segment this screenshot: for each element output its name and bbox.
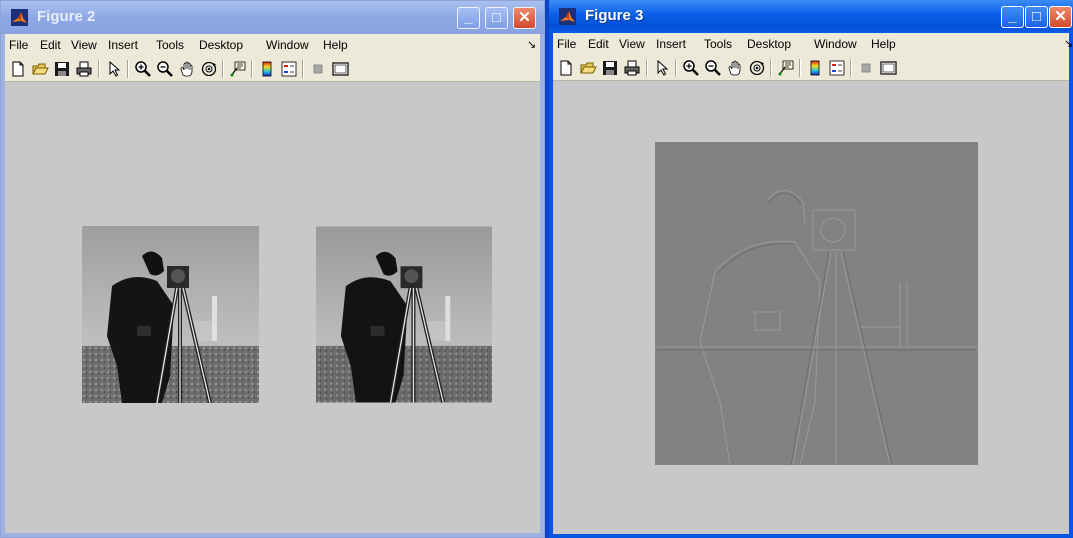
toolbar-separator [127,60,129,78]
figure-3-titlebar[interactable]: Figure 3 _ □ ✕ [549,0,1073,33]
toolbar-separator [302,60,304,78]
menu-bar: File Edit View Insert Tools Desktop Wind… [553,33,1073,55]
open-file-icon[interactable] [579,59,597,77]
figure-3-canvas[interactable] [553,81,1069,534]
menu-insert[interactable]: Insert [108,38,138,52]
menu-dock-arrow-icon[interactable]: ↘ [1064,37,1073,50]
menu-bar: File Edit View Insert Tools Desktop Wind… [5,34,540,56]
new-figure-icon[interactable] [9,60,27,78]
zoom-out-icon[interactable] [156,60,174,78]
menu-help[interactable]: Help [871,37,896,51]
save-icon[interactable] [601,59,619,77]
menu-file[interactable]: File [9,38,28,52]
figure-2-titlebar[interactable]: Figure 2 _ □ ✕ [1,1,544,34]
print-icon[interactable] [623,59,641,77]
window-title: Figure 2 [37,8,96,25]
print-icon[interactable] [75,60,93,78]
colorbar-icon[interactable] [258,60,276,78]
menu-edit[interactable]: Edit [588,37,609,51]
minimize-button[interactable]: _ [1001,6,1024,28]
close-button[interactable]: ✕ [513,7,536,29]
matlab-logo-icon [559,8,576,25]
hide-plot-tools-icon[interactable] [857,59,875,77]
select-arrow-icon[interactable] [653,59,671,77]
new-figure-icon[interactable] [557,59,575,77]
menu-tools[interactable]: Tools [704,37,732,51]
menu-dock-arrow-icon[interactable]: ↘ [527,38,536,51]
cameraman-image-left[interactable] [82,226,259,403]
close-button[interactable]: ✕ [1049,6,1072,28]
menu-window[interactable]: Window [814,37,857,51]
legend-icon[interactable] [828,59,846,77]
pan-hand-icon[interactable] [726,59,744,77]
pan-hand-icon[interactable] [178,60,196,78]
rotate-3d-icon[interactable] [748,59,766,77]
open-file-icon[interactable] [31,60,49,78]
menu-help[interactable]: Help [323,38,348,52]
window-title: Figure 3 [585,7,644,24]
toolbar-separator [98,60,100,78]
colorbar-icon[interactable] [806,59,824,77]
figure-toolbar [553,55,1069,81]
minimize-button[interactable]: _ [457,7,480,29]
toolbar-separator [251,60,253,78]
toolbar-separator [850,59,852,77]
menu-edit[interactable]: Edit [40,38,61,52]
maximize-button[interactable]: □ [485,7,508,29]
menu-view[interactable]: View [71,38,97,52]
toolbar-separator [675,59,677,77]
legend-icon[interactable] [280,60,298,78]
hide-plot-tools-icon[interactable] [309,60,327,78]
select-arrow-icon[interactable] [105,60,123,78]
rotate-3d-icon[interactable] [200,60,218,78]
zoom-in-icon[interactable] [134,60,152,78]
menu-file[interactable]: File [557,37,576,51]
matlab-logo-icon [11,9,28,26]
menu-window[interactable]: Window [266,38,309,52]
zoom-in-icon[interactable] [682,59,700,77]
menu-desktop[interactable]: Desktop [747,37,791,51]
zoom-out-icon[interactable] [704,59,722,77]
data-cursor-icon[interactable] [777,59,795,77]
toolbar-separator [770,59,772,77]
edge-filtered-image[interactable] [655,142,978,465]
menu-tools[interactable]: Tools [156,38,184,52]
figure-toolbar [5,56,540,82]
cameraman-image-right[interactable] [316,226,492,403]
figure-3-window[interactable]: Figure 3 _ □ ✕ File Edit View Insert Too… [545,0,1073,538]
toolbar-separator [799,59,801,77]
figure-2-canvas[interactable] [5,82,540,533]
menu-view[interactable]: View [619,37,645,51]
figure-2-window[interactable]: Figure 2 _ □ ✕ File Edit View Insert Too… [0,0,545,538]
menu-insert[interactable]: Insert [656,37,686,51]
show-plot-tools-icon[interactable] [331,60,349,78]
save-icon[interactable] [53,60,71,78]
data-cursor-icon[interactable] [229,60,247,78]
toolbar-separator [222,60,224,78]
menu-desktop[interactable]: Desktop [199,38,243,52]
maximize-button[interactable]: □ [1025,6,1048,28]
show-plot-tools-icon[interactable] [879,59,897,77]
toolbar-separator [646,59,648,77]
